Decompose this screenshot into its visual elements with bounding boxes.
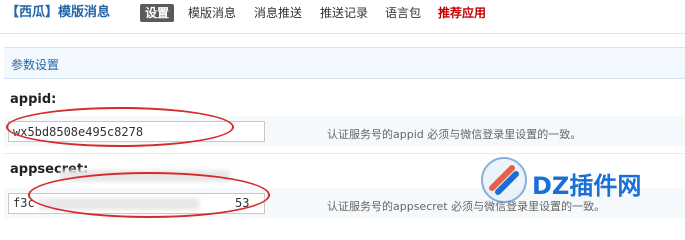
appsecret-redaction <box>39 198 199 210</box>
appsecret-value-start: f3c <box>13 196 35 210</box>
watermark-logo-icon <box>481 157 527 203</box>
watermark: DZ插件网 <box>478 152 678 212</box>
section-title: 参数设置 <box>11 58 60 72</box>
nav-divider <box>0 33 685 34</box>
appsecret-label-redaction <box>60 170 230 182</box>
watermark-text: DZ插件网 <box>532 172 642 200</box>
tab-template-messages[interactable]: 模版消息 <box>183 4 241 22</box>
top-nav: 【西瓜】模版消息 设置 模版消息 消息推送 推送记录 语言包 推荐应用 <box>0 0 685 28</box>
plugin-title: 【西瓜】模版消息 <box>6 5 111 20</box>
appid-label: appid: <box>10 92 57 107</box>
appid-input[interactable] <box>8 121 265 142</box>
tab-message-push[interactable]: 消息推送 <box>249 4 307 22</box>
appsecret-value-end: 53 <box>235 196 250 210</box>
tab-language-pack[interactable]: 语言包 <box>380 4 426 22</box>
section-header: 参数设置 <box>4 47 685 79</box>
tab-settings[interactable]: 设置 <box>140 4 175 22</box>
appsecret-input[interactable]: f3c 53 <box>8 193 265 214</box>
tab-recommended-apps[interactable]: 推荐应用 <box>433 4 491 22</box>
appid-description: 认证服务号的appid 必须与微信登录里设置的一致。 <box>327 128 582 141</box>
tab-push-log[interactable]: 推送记录 <box>315 4 373 22</box>
